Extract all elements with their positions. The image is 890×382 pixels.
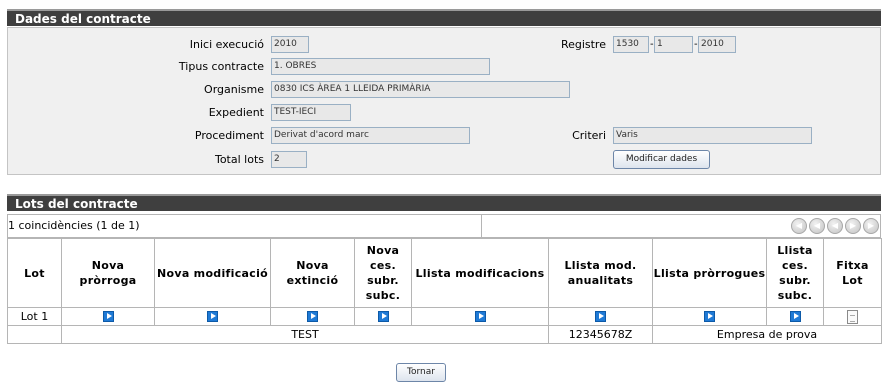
column-header-llista-mod-anualitats: Llista mod. anualitats	[548, 238, 653, 308]
next-icon[interactable]: ▶	[845, 218, 861, 234]
llista-ces-play-icon[interactable]	[789, 311, 801, 322]
nova-ces-play-icon[interactable]	[377, 311, 389, 322]
modify-data-button[interactable]: Modificar dades	[613, 150, 710, 169]
column-header-llista-prorrogues: Llista pròrrogues	[652, 238, 767, 308]
lots-panel-title: Lots del contracte	[7, 194, 881, 211]
last-page-icon[interactable]: ▶	[863, 218, 879, 234]
llista-prorrogues-play-icon[interactable]	[704, 311, 715, 322]
registre-number-field[interactable]: 1530	[613, 36, 649, 53]
column-header-nova-extincio: Nova extinció	[270, 238, 355, 308]
column-header-nova-modificacio: Nova modificació	[154, 238, 271, 308]
column-header-nova-prorroga: Nova pròrroga	[61, 238, 155, 308]
organisme-field[interactable]: 0830 ICS ÀREA 1 LLEIDA PRIMÀRIA	[271, 81, 570, 98]
expedient-label: Expedient	[208, 106, 264, 119]
total-lots-field[interactable]: 2	[271, 151, 307, 168]
organisme-label: Organisme	[204, 83, 264, 96]
results-count: 1 coincidències (1 de 1)	[8, 215, 482, 237]
tipus-field[interactable]: 1. OBRES	[271, 58, 490, 75]
criteri-label: Criteri	[572, 129, 606, 142]
llista-modificacions-play-icon[interactable]	[474, 311, 486, 322]
llista-mod-anualitats-play-icon[interactable]	[595, 311, 606, 322]
previous-page-icon[interactable]: ◀	[809, 218, 825, 234]
dades-panel-title: Dades del contracte	[7, 9, 881, 26]
pagination-bar: 1 coincidències (1 de 1) ◀ ◀ ◀ ▶ ▶	[7, 214, 881, 238]
column-header-nova-ces: Nova ces. subr. subc.	[354, 238, 412, 308]
column-header-fitxa-lot: Fitxa Lot	[823, 238, 882, 308]
criteri-field[interactable]: Varis	[613, 127, 812, 144]
table-header-row: Lot Nova pròrroga Nova modificació Nova …	[7, 238, 882, 308]
procediment-label: Procediment	[194, 129, 264, 142]
table-row: Lot 1	[7, 307, 882, 326]
previous-icon[interactable]: ◀	[827, 218, 843, 234]
registre-label: Registre	[560, 38, 606, 51]
inici-field[interactable]: 2010	[271, 36, 309, 53]
lot-name-cell: TEST	[61, 325, 549, 344]
nova-extincio-play-icon[interactable]	[307, 311, 318, 322]
company-cell: Empresa de prova	[652, 325, 882, 344]
back-button[interactable]: Tornar	[396, 363, 446, 382]
column-header-llista-modificacions: Llista modificacions	[411, 238, 549, 308]
column-header-lot: Lot	[7, 238, 62, 308]
nif-cell: 12345678Z	[548, 325, 653, 344]
lot-cell: Lot 1	[7, 307, 62, 326]
lots-table: Lot Nova pròrroga Nova modificació Nova …	[7, 238, 882, 344]
tipus-label: Tipus contracte	[178, 60, 264, 73]
registre-month-field[interactable]: 1	[654, 36, 693, 53]
table-row-detail: TEST 12345678Z Empresa de prova	[7, 325, 882, 344]
inici-label: Inici execució	[189, 38, 264, 51]
procediment-field[interactable]: Derivat d'acord marc	[271, 127, 470, 144]
first-page-icon[interactable]: ◀	[791, 218, 807, 234]
total-lots-label: Total lots	[214, 153, 264, 166]
expedient-field[interactable]: TEST-IECI	[271, 104, 351, 121]
document-icon[interactable]	[847, 309, 858, 324]
column-header-llista-ces: Llista ces. subr. subc.	[766, 238, 824, 308]
registre-year-field[interactable]: 2010	[698, 36, 736, 53]
nova-modificacio-play-icon[interactable]	[207, 311, 218, 322]
dades-form: Inici execució 2010 Registre 1530 - 1 - …	[7, 27, 881, 175]
nova-prorroga-play-icon[interactable]	[102, 311, 114, 322]
